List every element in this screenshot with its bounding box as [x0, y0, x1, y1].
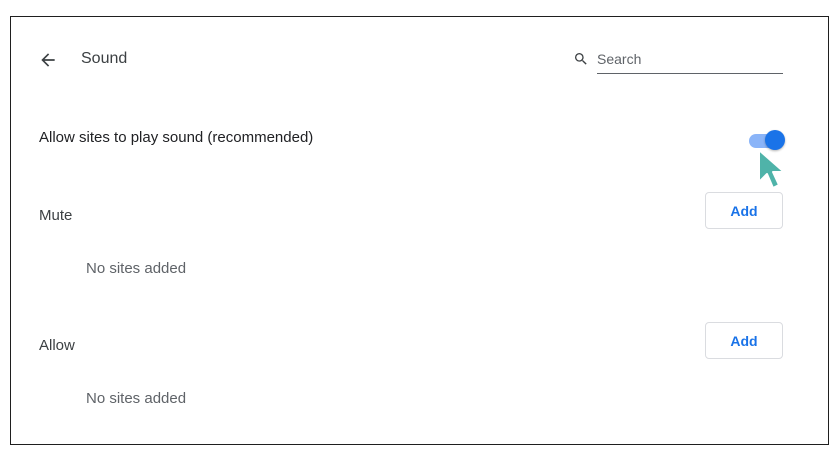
- toggle-knob: [765, 130, 785, 150]
- page-title: Sound: [81, 50, 128, 67]
- allow-empty-text: No sites added: [86, 390, 187, 407]
- back-button[interactable]: [35, 47, 61, 73]
- allow-section-title: Allow: [39, 337, 75, 354]
- allow-sound-toggle[interactable]: [747, 130, 785, 150]
- mute-empty-text: No sites added: [86, 260, 187, 277]
- mute-add-button[interactable]: Add: [705, 192, 783, 229]
- mute-section-title: Mute: [39, 207, 73, 224]
- allow-sound-label: Allow sites to play sound (recommended): [39, 129, 314, 146]
- settings-panel: Sound Allow sites to play sound (recomme…: [10, 16, 829, 445]
- arrow-back-icon: [41, 53, 55, 67]
- allow-add-button[interactable]: Add: [705, 322, 783, 359]
- search-icon: [575, 53, 587, 65]
- mouse-cursor-icon: [758, 149, 785, 189]
- search-input[interactable]: [597, 47, 783, 74]
- search-box[interactable]: [573, 47, 783, 74]
